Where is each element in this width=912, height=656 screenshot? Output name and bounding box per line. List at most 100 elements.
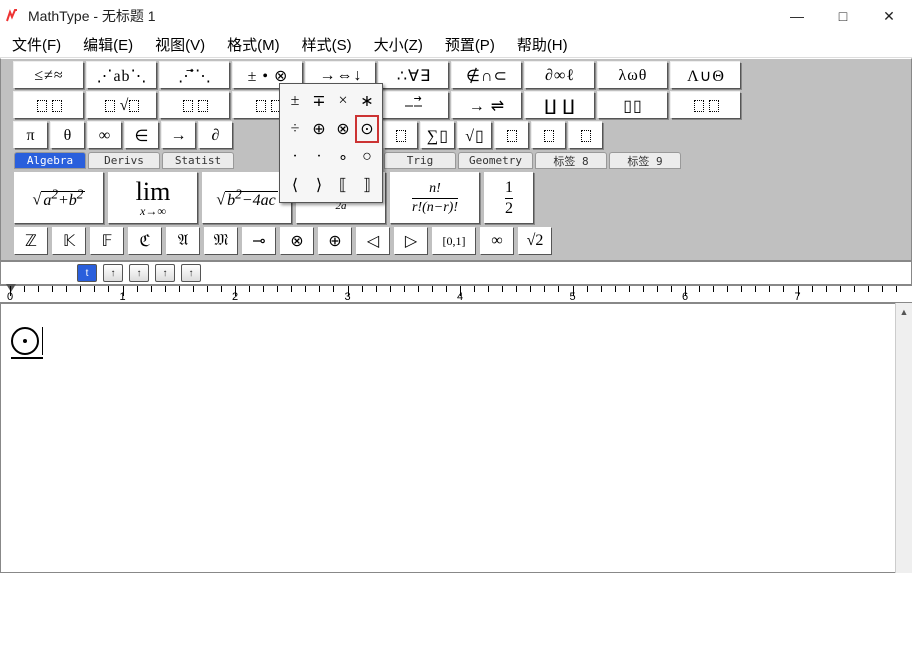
sym-kk[interactable]: 𝕂 — [52, 227, 86, 255]
palette-boxes[interactable] — [671, 92, 741, 119]
tab-derivs[interactable]: Derivs — [88, 152, 160, 169]
popup-ring[interactable]: ∘ — [331, 143, 355, 171]
sym-interval[interactable]: [0,1] — [432, 227, 476, 255]
symbol-box2[interactable] — [495, 122, 529, 149]
menu-edit[interactable]: 编辑(E) — [73, 32, 143, 57]
tpl-limit[interactable]: lim x→∞ — [108, 172, 198, 224]
menu-format[interactable]: 格式(M) — [217, 32, 290, 57]
sym-righttri[interactable]: ▷ — [394, 227, 428, 255]
popup-minusplus[interactable]: ∓ — [307, 87, 331, 115]
size-btn-2[interactable]: ↑ — [103, 264, 123, 282]
tpl-pythag[interactable]: √a2+b2 — [14, 172, 104, 224]
close-button[interactable]: ✕ — [866, 0, 912, 32]
symbol-box3[interactable] — [532, 122, 566, 149]
palette-subscripts[interactable] — [160, 92, 230, 119]
ruler[interactable]: 01234567 — [0, 285, 912, 303]
size-bar: t ↑ ↑ ↑ ↑ — [0, 261, 912, 285]
symbol-label: ∑▯ — [427, 126, 449, 146]
sym-lefttri[interactable]: ◁ — [356, 227, 390, 255]
palette-matrices[interactable]: ▯▯ — [598, 92, 668, 119]
popup-ast[interactable]: ∗ — [355, 87, 379, 115]
palette-misc[interactable]: ∂∞ℓ — [525, 62, 595, 89]
palette-set-theory[interactable]: ∉∩⊂ — [452, 62, 522, 89]
sym-zz[interactable]: ℤ — [14, 227, 48, 255]
tab-statist[interactable]: Statist — [162, 152, 234, 169]
symbol-element[interactable]: ∈ — [125, 122, 159, 149]
app-logo-icon — [4, 7, 22, 25]
sym-ff[interactable]: 𝔽 — [90, 227, 124, 255]
symbol-theta[interactable]: θ — [51, 122, 85, 149]
scroll-up-icon[interactable]: ▲ — [896, 303, 912, 320]
text-caret — [42, 327, 43, 355]
vertical-scrollbar[interactable]: ▲ — [895, 303, 912, 573]
palette-fences[interactable] — [14, 92, 84, 119]
palette-greek-lower[interactable]: λωθ — [598, 62, 668, 89]
sym-cc[interactable]: ℭ — [128, 227, 162, 255]
palette-logic[interactable]: ∴∀∃ — [379, 62, 449, 89]
menu-size[interactable]: 大小(Z) — [364, 32, 433, 57]
popup-plusminus[interactable]: ± — [283, 87, 307, 115]
menu-file[interactable]: 文件(F) — [2, 32, 71, 57]
symbol-sqrt[interactable]: √▯ — [458, 122, 492, 149]
popup-otimes[interactable]: ⊗ — [331, 115, 355, 143]
palette-labeled-arrows[interactable]: → ⇌ — [452, 92, 522, 119]
popup-times[interactable]: × — [331, 87, 355, 115]
palette-label: Λ∪Θ — [687, 66, 725, 86]
symbol-box1[interactable] — [384, 122, 418, 149]
palette-row-2: √ ∫ ∮ ⎯⎯⃗ → ⇌ ∐ ∐ ▯▯ — [4, 92, 908, 119]
size-btn-4[interactable]: ↑ — [155, 264, 175, 282]
popup-rangle[interactable]: ⟩ — [307, 171, 331, 199]
palette-greek-upper[interactable]: Λ∪Θ — [671, 62, 741, 89]
popup-bullet[interactable]: ∙ — [307, 143, 331, 171]
sym-oplus[interactable]: ⊕ — [318, 227, 352, 255]
popup-circle[interactable]: ○ — [355, 143, 379, 171]
symbol-label: θ — [64, 127, 73, 145]
popup-cdot[interactable]: · — [283, 143, 307, 171]
placeholder-icon — [256, 100, 266, 112]
equation-slot[interactable] — [11, 327, 43, 359]
palette-row-3: π θ ∞ ∈ → ∂ [▯] {▯} ∑▯ √▯ — [4, 122, 908, 149]
popup-oplus[interactable]: ⊕ — [307, 115, 331, 143]
palette-products[interactable]: ∐ ∐ — [525, 92, 595, 119]
popup-odot[interactable]: ⊙ — [355, 115, 379, 143]
tpl-combination[interactable]: n!r!(n−r)! — [390, 172, 480, 224]
symbol-sum[interactable]: ∑▯ — [421, 122, 455, 149]
popup-langle[interactable]: ⟨ — [283, 171, 307, 199]
popup-divide[interactable]: ÷ — [283, 115, 307, 143]
sym-aa[interactable]: 𝔄 — [166, 227, 200, 255]
size-btn-3[interactable]: ↑ — [129, 264, 149, 282]
symbol-pi[interactable]: π — [14, 122, 48, 149]
tab-trig[interactable]: Trig — [384, 152, 456, 169]
palette-spaces[interactable]: ⋰ab⋱ — [87, 62, 157, 89]
symbol-box4[interactable] — [569, 122, 603, 149]
sym-lollipop[interactable]: ⊸ — [242, 227, 276, 255]
sym-sqrt2[interactable]: √2 — [518, 227, 552, 255]
equation-canvas[interactable] — [0, 303, 912, 573]
menu-help[interactable]: 帮助(H) — [507, 32, 578, 57]
sym-mm[interactable]: 𝔐 — [204, 227, 238, 255]
sym-infinity[interactable]: ∞ — [480, 227, 514, 255]
tab-custom-9[interactable]: 标签 9 — [609, 152, 681, 169]
tpl-half[interactable]: 12 — [484, 172, 534, 224]
palette-label: ∴∀∃ — [397, 66, 431, 86]
size-btn-1[interactable]: t — [77, 264, 97, 282]
maximize-button[interactable]: □ — [820, 0, 866, 32]
popup-lbracket[interactable]: ⟦ — [331, 171, 355, 199]
tab-algebra[interactable]: Algebra — [14, 152, 86, 169]
tab-custom-8[interactable]: 标签 8 — [535, 152, 607, 169]
minimize-button[interactable]: — — [774, 0, 820, 32]
sym-otimes[interactable]: ⊗ — [280, 227, 314, 255]
popup-rbracket[interactable]: ⟧ — [355, 171, 379, 199]
menu-preset[interactable]: 预置(P) — [435, 32, 505, 57]
palette-embellishments[interactable]: ⋰⃗⋱ — [160, 62, 230, 89]
symbol-arrow-right[interactable]: → — [162, 122, 196, 149]
palette-fractions[interactable]: √ — [87, 92, 157, 119]
tab-geometry[interactable]: Geometry — [458, 152, 533, 169]
size-btn-5[interactable]: ↑ — [181, 264, 201, 282]
palette-overbars[interactable]: ⎯⎯⃗ — [379, 92, 449, 119]
symbol-infinity[interactable]: ∞ — [88, 122, 122, 149]
menu-view[interactable]: 视图(V) — [145, 32, 215, 57]
palette-relations[interactable]: ≤≠≈ — [14, 62, 84, 89]
menu-style[interactable]: 样式(S) — [292, 32, 362, 57]
symbol-partial[interactable]: ∂ — [199, 122, 233, 149]
